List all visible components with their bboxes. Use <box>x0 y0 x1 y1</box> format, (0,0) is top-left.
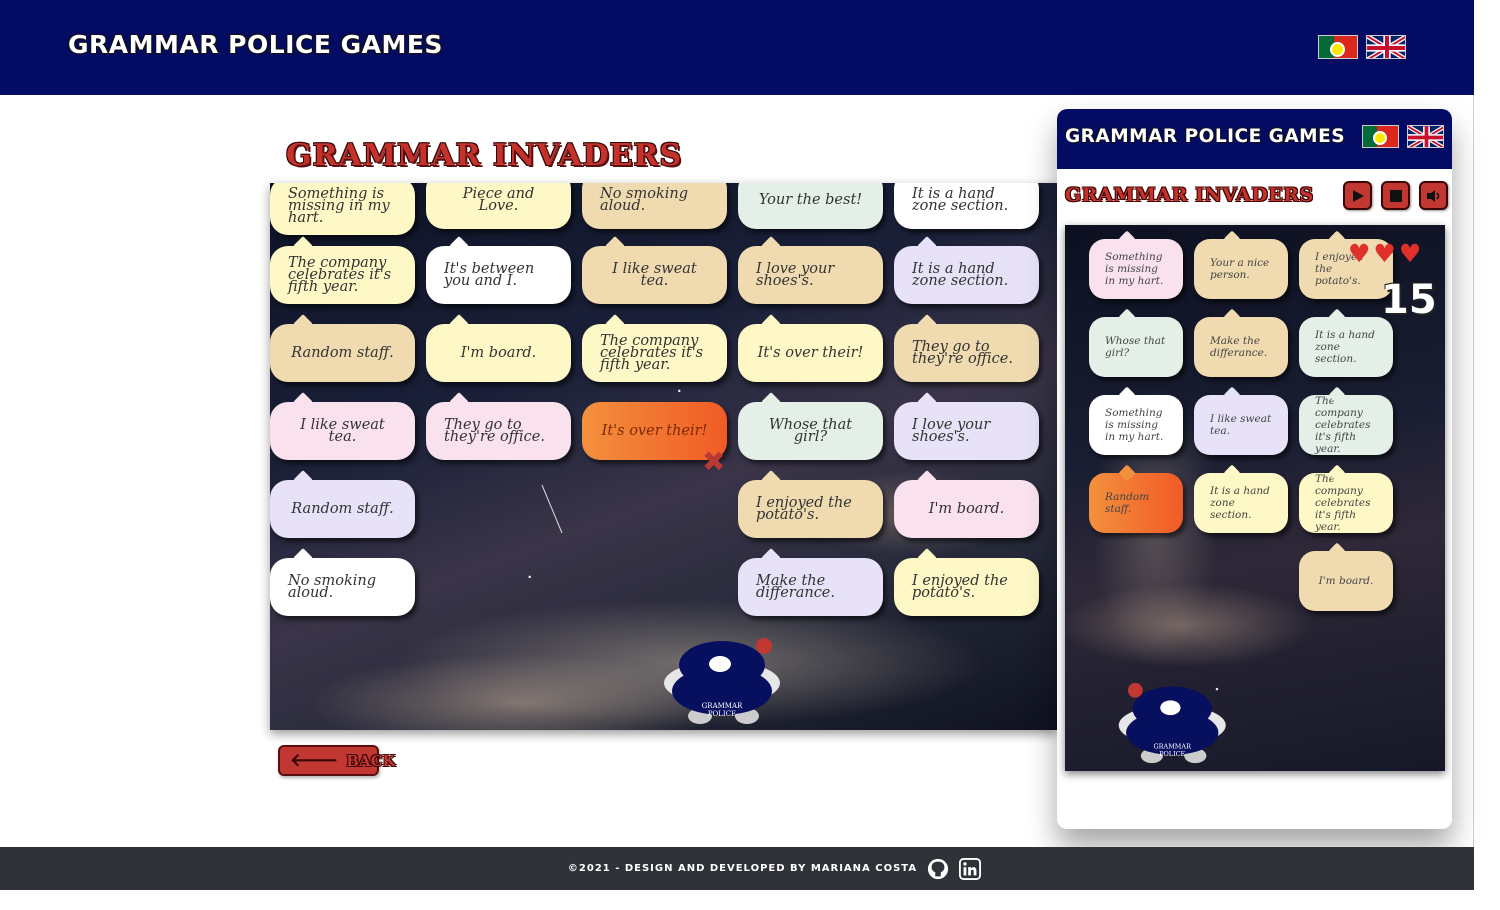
mobile-game-title: Grammar Invaders <box>1065 184 1314 206</box>
portugal-flag-icon[interactable] <box>1318 35 1358 59</box>
word-bubble[interactable]: I'm board. <box>1299 542 1393 611</box>
footer-credit: ©2021 - Design and developed by Mariana … <box>567 863 918 874</box>
play-icon <box>1352 189 1364 202</box>
word-bubble[interactable]: Make the differance. <box>1194 308 1288 377</box>
word-bubble[interactable]: I love your shoes's. <box>738 236 883 304</box>
close-icon: ✖ <box>702 445 726 478</box>
sound-button[interactable] <box>1419 181 1448 210</box>
sound-icon <box>1426 189 1439 202</box>
word-bubble[interactable]: I like sweat tea. <box>1194 386 1288 455</box>
lives: ♥ ♥ ♥ <box>1348 241 1421 266</box>
word-bubble[interactable]: Something is missing in my hart. <box>270 183 415 235</box>
portugal-flag-icon[interactable] <box>1362 125 1399 148</box>
word-bubble[interactable]: I like sweat tea. <box>270 392 415 460</box>
word-bubble[interactable]: The company celebrates it's fifth year. <box>1299 386 1393 455</box>
word-bubble[interactable]: No smoking aloud. <box>270 548 415 616</box>
ship-label: POLICE <box>1159 750 1185 758</box>
word-bubble[interactable]: It is a hand zone section. <box>894 183 1039 229</box>
github-icon[interactable] <box>927 858 949 880</box>
word-bubble[interactable]: Whose that girl? <box>738 392 883 460</box>
word-bubble[interactable]: It is a hand zone section. <box>1194 464 1288 533</box>
ship-label: GRAMMAR <box>702 702 743 710</box>
game-title: Grammar Invaders <box>286 138 683 173</box>
mobile-header: Grammar Police Games <box>1057 109 1452 169</box>
language-switcher <box>1318 35 1406 59</box>
word-bubble[interactable]: I'm board. <box>426 314 571 382</box>
word-bubble[interactable]: The company celebrates it's fifth year. <box>1299 464 1393 533</box>
site-header: Grammar Police Games <box>0 0 1474 95</box>
heart-icon: ♥ <box>1398 239 1422 268</box>
word-bubble-selected[interactable]: Random staff. <box>1089 464 1183 533</box>
word-bubble[interactable]: It is a hand zone section. <box>894 236 1039 304</box>
site-footer: ©2021 - Design and developed by Mariana … <box>0 847 1474 890</box>
word-bubble[interactable]: I love your shoes's. <box>894 392 1039 460</box>
word-bubble[interactable]: Something is missing in my hart. <box>1089 230 1183 299</box>
back-label: Back <box>346 751 396 770</box>
mobile-language-switcher <box>1362 125 1444 148</box>
word-bubble[interactable]: They go to they're office. <box>426 392 571 460</box>
word-bubble[interactable]: The company celebrates it's fifth year. <box>582 314 727 382</box>
back-arrow-icon: 🡐 <box>290 749 339 771</box>
uk-flag-icon[interactable] <box>1407 125 1444 148</box>
mobile-game-board[interactable]: Something is missing in my hart. Your a … <box>1065 225 1445 771</box>
police-ship[interactable]: GRAMMAR POLICE <box>660 633 790 728</box>
heart-icon: ♥ <box>1373 239 1396 268</box>
word-bubble[interactable]: I'm board. <box>894 470 1039 538</box>
word-bubble[interactable]: Your a nice person. <box>1194 230 1288 299</box>
shooting-star <box>541 484 563 534</box>
word-bubble[interactable]: Piece and Love. <box>426 183 571 229</box>
linkedin-icon[interactable] <box>959 857 982 880</box>
stop-icon <box>1389 189 1402 202</box>
word-bubble[interactable]: No smoking aloud. <box>582 183 727 229</box>
game-controls <box>1343 181 1448 210</box>
word-bubble[interactable]: They go to they're office. <box>894 314 1039 382</box>
uk-flag-icon[interactable] <box>1366 35 1406 59</box>
mobile-preview: Grammar Police Games Grammar Invaders So… <box>1057 109 1452 829</box>
word-bubble[interactable]: The company celebrates it's fifth year. <box>270 236 415 304</box>
word-bubble[interactable]: I enjoyed the potato's. <box>894 548 1039 616</box>
word-bubble[interactable]: Your the best! <box>738 183 883 229</box>
word-bubble[interactable]: It's between you and I. <box>426 236 571 304</box>
site-brand[interactable]: Grammar Police Games <box>68 30 443 59</box>
page-edge <box>1473 95 1474 847</box>
game-board[interactable]: Something is missing in my hart. Piece a… <box>270 183 1057 730</box>
word-bubble[interactable]: I like sweat tea. <box>582 236 727 304</box>
word-bubble[interactable]: I enjoyed the potato's. <box>738 470 883 538</box>
word-bubble[interactable]: It is a hand zone section. <box>1299 308 1393 377</box>
score: 15 <box>1381 277 1437 323</box>
word-bubble[interactable]: Something is missing in my hart. <box>1089 386 1183 455</box>
word-bubble[interactable]: It's over their! <box>738 314 883 382</box>
stop-button[interactable] <box>1381 181 1410 210</box>
word-bubble[interactable]: Random staff. <box>270 470 415 538</box>
word-bubble[interactable]: Whose that girl? <box>1089 308 1183 377</box>
word-bubble[interactable]: Random staff. <box>270 314 415 382</box>
heart-icon: ♥ <box>1348 239 1371 268</box>
play-button[interactable] <box>1343 181 1372 210</box>
word-bubble[interactable]: Make the differance. <box>738 548 883 616</box>
mobile-brand[interactable]: Grammar Police Games <box>1065 126 1345 147</box>
back-button[interactable]: 🡐 Back <box>278 745 396 776</box>
police-ship[interactable]: GRAMMAR POLICE <box>1115 677 1235 769</box>
ship-label: POLICE <box>708 710 736 718</box>
